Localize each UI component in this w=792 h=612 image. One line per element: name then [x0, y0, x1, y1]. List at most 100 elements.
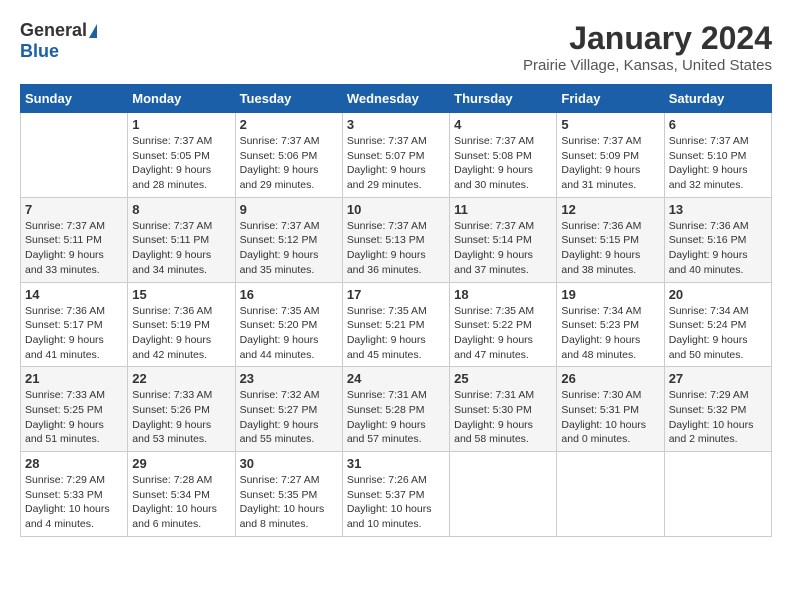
- calendar-cell: 7 Sunrise: 7:37 AMSunset: 5:11 PMDaylight…: [21, 197, 128, 282]
- day-number: 20: [669, 287, 767, 302]
- day-number: 16: [240, 287, 338, 302]
- day-info: Sunrise: 7:36 AMSunset: 5:17 PMDaylight:…: [25, 304, 123, 363]
- day-info: Sunrise: 7:34 AMSunset: 5:23 PMDaylight:…: [561, 304, 659, 363]
- calendar-day-header: Friday: [557, 85, 664, 113]
- day-number: 11: [454, 202, 552, 217]
- calendar-cell: [21, 113, 128, 198]
- day-info: Sunrise: 7:31 AMSunset: 5:30 PMDaylight:…: [454, 388, 552, 447]
- day-number: 24: [347, 371, 445, 386]
- day-info: Sunrise: 7:37 AMSunset: 5:14 PMDaylight:…: [454, 219, 552, 278]
- day-number: 8: [132, 202, 230, 217]
- day-number: 23: [240, 371, 338, 386]
- day-info: Sunrise: 7:27 AMSunset: 5:35 PMDaylight:…: [240, 473, 338, 532]
- calendar-week-row: 21 Sunrise: 7:33 AMSunset: 5:25 PMDayligh…: [21, 367, 772, 452]
- calendar-cell: 18 Sunrise: 7:35 AMSunset: 5:22 PMDayligh…: [450, 282, 557, 367]
- day-number: 4: [454, 117, 552, 132]
- calendar-cell: [450, 452, 557, 537]
- calendar-cell: 9Sunrise: 7:37 AMSunset: 5:12 PMDaylight…: [235, 197, 342, 282]
- day-number: 27: [669, 371, 767, 386]
- day-info: Sunrise: 7:36 AMSunset: 5:15 PMDaylight:…: [561, 219, 659, 278]
- day-info: Sunrise: 7:37 AMSunset: 5:07 PMDaylight:…: [347, 134, 445, 193]
- day-info: Sunrise: 7:34 AMSunset: 5:24 PMDaylight:…: [669, 304, 767, 363]
- day-number: 14: [25, 287, 123, 302]
- day-info: Sunrise: 7:29 AMSunset: 5:33 PMDaylight:…: [25, 473, 123, 532]
- day-info: Sunrise: 7:37 AMSunset: 5:05 PMDaylight:…: [132, 134, 230, 193]
- day-number: 28: [25, 456, 123, 471]
- day-number: 12: [561, 202, 659, 217]
- calendar-cell: 5 Sunrise: 7:37 AMSunset: 5:09 PMDaylight…: [557, 113, 664, 198]
- calendar-cell: 30Sunrise: 7:27 AMSunset: 5:35 PMDayligh…: [235, 452, 342, 537]
- calendar-cell: 4 Sunrise: 7:37 AMSunset: 5:08 PMDaylight…: [450, 113, 557, 198]
- calendar-day-header: Tuesday: [235, 85, 342, 113]
- logo-triangle-icon: [89, 24, 97, 38]
- day-info: Sunrise: 7:30 AMSunset: 5:31 PMDaylight:…: [561, 388, 659, 447]
- calendar-cell: 31 Sunrise: 7:26 AMSunset: 5:37 PMDayligh…: [342, 452, 449, 537]
- day-info: Sunrise: 7:26 AMSunset: 5:37 PMDaylight:…: [347, 473, 445, 532]
- calendar-cell: 24 Sunrise: 7:31 AMSunset: 5:28 PMDayligh…: [342, 367, 449, 452]
- calendar-cell: 22 Sunrise: 7:33 AMSunset: 5:26 PMDayligh…: [128, 367, 235, 452]
- day-info: Sunrise: 7:33 AMSunset: 5:25 PMDaylight:…: [25, 388, 123, 447]
- calendar-body: 1 Sunrise: 7:37 AMSunset: 5:05 PMDaylight…: [21, 113, 772, 537]
- day-number: 17: [347, 287, 445, 302]
- day-number: 7: [25, 202, 123, 217]
- calendar-week-row: 14 Sunrise: 7:36 AMSunset: 5:17 PMDayligh…: [21, 282, 772, 367]
- day-number: 19: [561, 287, 659, 302]
- calendar-cell: [664, 452, 771, 537]
- calendar-table: SundayMondayTuesdayWednesdayThursdayFrid…: [20, 84, 772, 537]
- header: General Blue January 2024 Prairie Villag…: [20, 20, 772, 74]
- location-title: Prairie Village, Kansas, United States: [523, 57, 772, 74]
- day-info: Sunrise: 7:37 AMSunset: 5:08 PMDaylight:…: [454, 134, 552, 193]
- calendar-cell: 6Sunrise: 7:37 AMSunset: 5:10 PMDaylight…: [664, 113, 771, 198]
- calendar-cell: 23 Sunrise: 7:32 AMSunset: 5:27 PMDayligh…: [235, 367, 342, 452]
- calendar-cell: 14 Sunrise: 7:36 AMSunset: 5:17 PMDayligh…: [21, 282, 128, 367]
- calendar-cell: 1 Sunrise: 7:37 AMSunset: 5:05 PMDaylight…: [128, 113, 235, 198]
- day-info: Sunrise: 7:37 AMSunset: 5:06 PMDaylight:…: [240, 134, 338, 193]
- day-number: 26: [561, 371, 659, 386]
- calendar-cell: 11 Sunrise: 7:37 AMSunset: 5:14 PMDayligh…: [450, 197, 557, 282]
- day-info: Sunrise: 7:37 AMSunset: 5:13 PMDaylight:…: [347, 219, 445, 278]
- month-title: January 2024: [523, 20, 772, 57]
- day-number: 2: [240, 117, 338, 132]
- day-number: 1: [132, 117, 230, 132]
- calendar-cell: 8 Sunrise: 7:37 AMSunset: 5:11 PMDaylight…: [128, 197, 235, 282]
- day-info: Sunrise: 7:37 AMSunset: 5:11 PMDaylight:…: [132, 219, 230, 278]
- calendar-cell: 27 Sunrise: 7:29 AMSunset: 5:32 PMDayligh…: [664, 367, 771, 452]
- day-number: 25: [454, 371, 552, 386]
- day-info: Sunrise: 7:28 AMSunset: 5:34 PMDaylight:…: [132, 473, 230, 532]
- day-info: Sunrise: 7:36 AMSunset: 5:16 PMDaylight:…: [669, 219, 767, 278]
- day-number: 3: [347, 117, 445, 132]
- calendar-cell: 20 Sunrise: 7:34 AMSunset: 5:24 PMDayligh…: [664, 282, 771, 367]
- day-info: Sunrise: 7:36 AMSunset: 5:19 PMDaylight:…: [132, 304, 230, 363]
- logo-general-text: General: [20, 20, 87, 41]
- calendar-cell: 17Sunrise: 7:35 AMSunset: 5:21 PMDayligh…: [342, 282, 449, 367]
- day-info: Sunrise: 7:37 AMSunset: 5:10 PMDaylight:…: [669, 134, 767, 193]
- calendar-week-row: 28 Sunrise: 7:29 AMSunset: 5:33 PMDayligh…: [21, 452, 772, 537]
- day-number: 29: [132, 456, 230, 471]
- day-number: 18: [454, 287, 552, 302]
- calendar-cell: 15 Sunrise: 7:36 AMSunset: 5:19 PMDayligh…: [128, 282, 235, 367]
- calendar-cell: 12 Sunrise: 7:36 AMSunset: 5:15 PMDayligh…: [557, 197, 664, 282]
- day-number: 21: [25, 371, 123, 386]
- day-info: Sunrise: 7:37 AMSunset: 5:09 PMDaylight:…: [561, 134, 659, 193]
- day-info: Sunrise: 7:35 AMSunset: 5:22 PMDaylight:…: [454, 304, 552, 363]
- calendar-day-header: Thursday: [450, 85, 557, 113]
- calendar-cell: 19 Sunrise: 7:34 AMSunset: 5:23 PMDayligh…: [557, 282, 664, 367]
- day-info: Sunrise: 7:32 AMSunset: 5:27 PMDaylight:…: [240, 388, 338, 447]
- calendar-day-header: Saturday: [664, 85, 771, 113]
- calendar-week-row: 7 Sunrise: 7:37 AMSunset: 5:11 PMDaylight…: [21, 197, 772, 282]
- day-number: 5: [561, 117, 659, 132]
- calendar-cell: 28 Sunrise: 7:29 AMSunset: 5:33 PMDayligh…: [21, 452, 128, 537]
- day-number: 15: [132, 287, 230, 302]
- day-number: 9: [240, 202, 338, 217]
- logo: General Blue: [20, 20, 97, 62]
- day-info: Sunrise: 7:33 AMSunset: 5:26 PMDaylight:…: [132, 388, 230, 447]
- day-info: Sunrise: 7:29 AMSunset: 5:32 PMDaylight:…: [669, 388, 767, 447]
- calendar-cell: 25 Sunrise: 7:31 AMSunset: 5:30 PMDayligh…: [450, 367, 557, 452]
- day-info: Sunrise: 7:31 AMSunset: 5:28 PMDaylight:…: [347, 388, 445, 447]
- logo-blue-text: Blue: [20, 41, 59, 62]
- calendar-cell: 16Sunrise: 7:35 AMSunset: 5:20 PMDayligh…: [235, 282, 342, 367]
- day-number: 31: [347, 456, 445, 471]
- day-number: 22: [132, 371, 230, 386]
- day-info: Sunrise: 7:37 AMSunset: 5:11 PMDaylight:…: [25, 219, 123, 278]
- calendar-cell: 26 Sunrise: 7:30 AMSunset: 5:31 PMDayligh…: [557, 367, 664, 452]
